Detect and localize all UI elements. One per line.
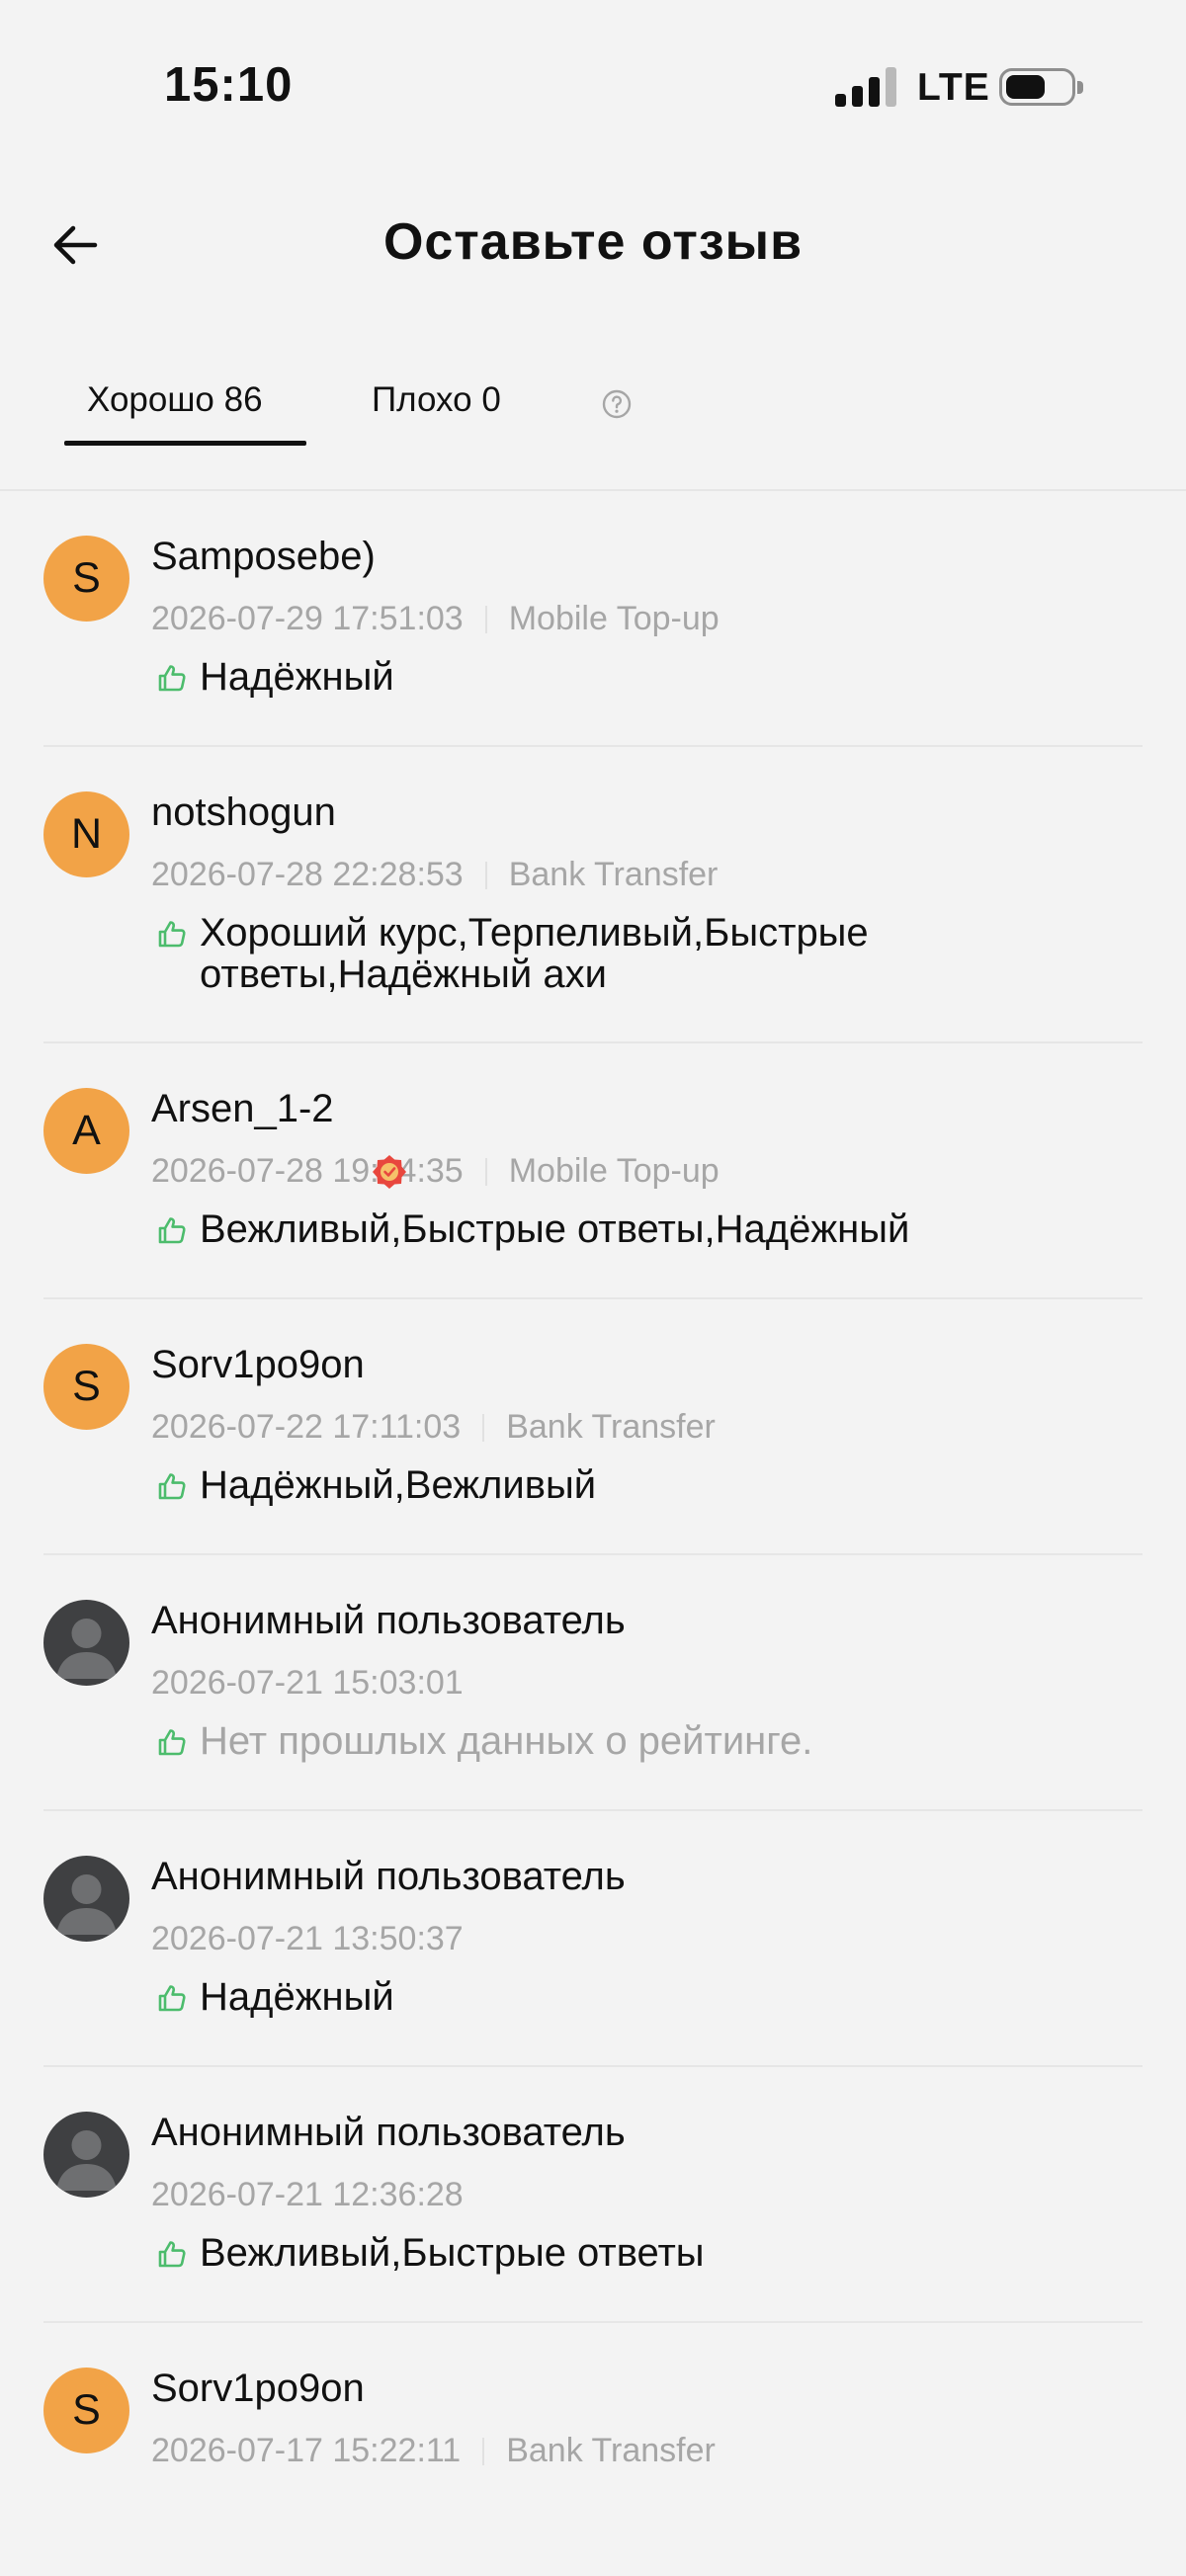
active-tab-indicator xyxy=(64,441,306,446)
reviewer-name: notshogun xyxy=(151,790,336,834)
review-meta: 2026-07-28 19:04:35 Mobile Top-up xyxy=(151,1152,720,1191)
status-bar: 15:10 LTE xyxy=(0,0,1186,173)
reviewer-name: Arsen_1-2 xyxy=(151,1087,334,1130)
anonymous-avatar-icon[interactable] xyxy=(43,2112,129,2198)
avatar[interactable]: A xyxy=(43,1088,129,1174)
review-tags-row: Надёжный,Вежливый xyxy=(156,1464,1026,1506)
user-silhouette-icon xyxy=(56,1874,117,1935)
review-meta: 2026-07-22 17:11:03 Bank Transfer xyxy=(151,1408,716,1447)
thumbs-up-icon xyxy=(158,1217,186,1244)
meta-divider xyxy=(482,1414,485,1442)
review-date: 2026-07-22 17:11:03 xyxy=(151,1408,462,1446)
review-item: Анонимный пользователь 2026-07-21 13:50:… xyxy=(0,1811,1186,2067)
thumbs-up-icon xyxy=(158,665,186,692)
review-tags: Нет прошлых данных о рейтинге. xyxy=(200,1719,813,1763)
thumbs-up-icon xyxy=(158,921,186,948)
review-item: S Sorv1po9on 2026-07-22 17:11:03 Bank Tra… xyxy=(0,1299,1186,1555)
review-screen: 15:10 LTE Оставьте отзыв Хорошо 86 Плохо… xyxy=(0,0,1186,2576)
reviewer-name: Анонимный пользователь xyxy=(151,1599,626,1642)
avatar-initial: S xyxy=(72,554,101,602)
review-tags-row: Хороший курс,Терпеливый,Быстрые ответы,Н… xyxy=(156,912,1026,995)
reviewer-name: Анонимный пользователь xyxy=(151,1855,626,1898)
avatar[interactable]: S xyxy=(43,1344,129,1430)
avatar[interactable]: S xyxy=(43,536,129,622)
page-title: Оставьте отзыв xyxy=(382,213,804,271)
tab-bad[interactable]: Плохо 0 xyxy=(372,380,501,420)
meta-divider xyxy=(484,606,487,633)
review-date: 2026-07-29 17:51:03 xyxy=(151,600,464,637)
network-type: LTE xyxy=(917,66,990,109)
thumbs-up-icon xyxy=(158,1729,186,1756)
review-tags: Вежливый,Быстрые ответы,Надёжный xyxy=(200,1207,910,1251)
thumbs-up-icon xyxy=(158,1985,186,2012)
battery-icon xyxy=(999,68,1083,106)
review-item: N notshogun 2026-07-28 22:28:53 Bank Tran… xyxy=(0,747,1186,1043)
user-silhouette-icon xyxy=(56,2130,117,2191)
payment-method: Mobile Top-up xyxy=(508,600,720,637)
review-date: 2026-07-28 19:04:35 xyxy=(151,1152,464,1190)
reviewer-name: Анонимный пользователь xyxy=(151,2111,626,2154)
meta-divider xyxy=(484,1158,487,1186)
thumbs-up-icon xyxy=(158,2241,186,2268)
review-tags: Надёжный xyxy=(200,1975,394,2019)
review-meta: 2026-07-28 22:28:53 Bank Transfer xyxy=(151,856,718,894)
payment-method: Bank Transfer xyxy=(508,856,719,893)
meta-divider xyxy=(482,2438,485,2465)
meta-divider xyxy=(484,862,487,889)
verified-badge-icon xyxy=(373,1155,406,1189)
avatar-initial: S xyxy=(72,2386,101,2434)
header: Оставьте отзыв xyxy=(0,173,1186,316)
avatar[interactable]: N xyxy=(43,791,129,877)
avatar-initial: N xyxy=(70,810,103,858)
reviewer-name: Samposebe) xyxy=(151,535,376,578)
review-date: 2026-07-21 13:50:37 xyxy=(151,1920,464,1957)
review-list: S Samposebe) 2026-07-29 17:51:03 Mobile T… xyxy=(0,491,1186,2576)
review-item: Анонимный пользователь 2026-07-21 12:36:… xyxy=(0,2067,1186,2323)
question-circle-icon[interactable] xyxy=(601,388,633,420)
status-time: 15:10 xyxy=(164,58,294,112)
avatar-initial: S xyxy=(72,1363,101,1410)
review-tags-row: Надёжный xyxy=(156,1976,1026,2018)
signal-icon xyxy=(835,67,896,107)
review-tags-row: Нет прошлых данных о рейтинге. xyxy=(156,1720,1026,1762)
review-date: 2026-07-21 15:03:01 xyxy=(151,1664,464,1702)
payment-method: Bank Transfer xyxy=(506,1408,716,1446)
avatar-initial: A xyxy=(72,1107,101,1154)
review-meta: 2026-07-21 12:36:28 xyxy=(151,2176,464,2214)
reviewer-name: Sorv1po9on xyxy=(151,2367,365,2410)
tab-good[interactable]: Хорошо 86 xyxy=(87,380,263,420)
payment-method: Mobile Top-up xyxy=(508,1152,720,1190)
review-item: A Arsen_1-2 2026-07-28 19:04:35 Mobile To… xyxy=(0,1043,1186,1299)
review-tags: Хороший курс,Терпеливый,Быстрые ответы,Н… xyxy=(200,911,869,996)
review-tags-row: Надёжный xyxy=(156,656,1026,698)
review-item: Анонимный пользователь 2026-07-21 15:03:… xyxy=(0,1555,1186,1811)
review-tags: Вежливый,Быстрые ответы xyxy=(200,2231,705,2275)
reviewer-name: Sorv1po9on xyxy=(151,1343,365,1386)
review-date: 2026-07-17 15:22:11 xyxy=(151,2432,462,2469)
rating-tabs: Хорошо 86 Плохо 0 xyxy=(0,361,1186,491)
anonymous-avatar-icon[interactable] xyxy=(43,1600,129,1686)
anonymous-avatar-icon[interactable] xyxy=(43,1856,129,1942)
avatar[interactable]: S xyxy=(43,2368,129,2453)
thumbs-up-icon xyxy=(158,1473,186,1500)
review-tags: Надёжный,Вежливый xyxy=(200,1463,597,1507)
review-tags: Надёжный xyxy=(200,655,394,699)
review-item: S Sorv1po9on 2026-07-17 15:22:11 Bank Tra… xyxy=(0,2323,1186,2576)
review-tags-row: Вежливый,Быстрые ответы xyxy=(156,2232,1026,2274)
review-date: 2026-07-21 12:36:28 xyxy=(151,2176,464,2213)
review-meta: 2026-07-21 15:03:01 xyxy=(151,1664,464,1703)
review-meta: 2026-07-17 15:22:11 Bank Transfer xyxy=(151,2432,716,2470)
review-item: S Samposebe) 2026-07-29 17:51:03 Mobile T… xyxy=(0,491,1186,747)
user-silhouette-icon xyxy=(56,1619,117,1679)
review-meta: 2026-07-21 13:50:37 xyxy=(151,1920,464,1958)
review-tags-row: Вежливый,Быстрые ответы,Надёжный xyxy=(156,1208,1026,1250)
review-meta: 2026-07-29 17:51:03 Mobile Top-up xyxy=(151,600,720,638)
review-date: 2026-07-28 22:28:53 xyxy=(151,856,464,893)
payment-method: Bank Transfer xyxy=(506,2432,716,2469)
